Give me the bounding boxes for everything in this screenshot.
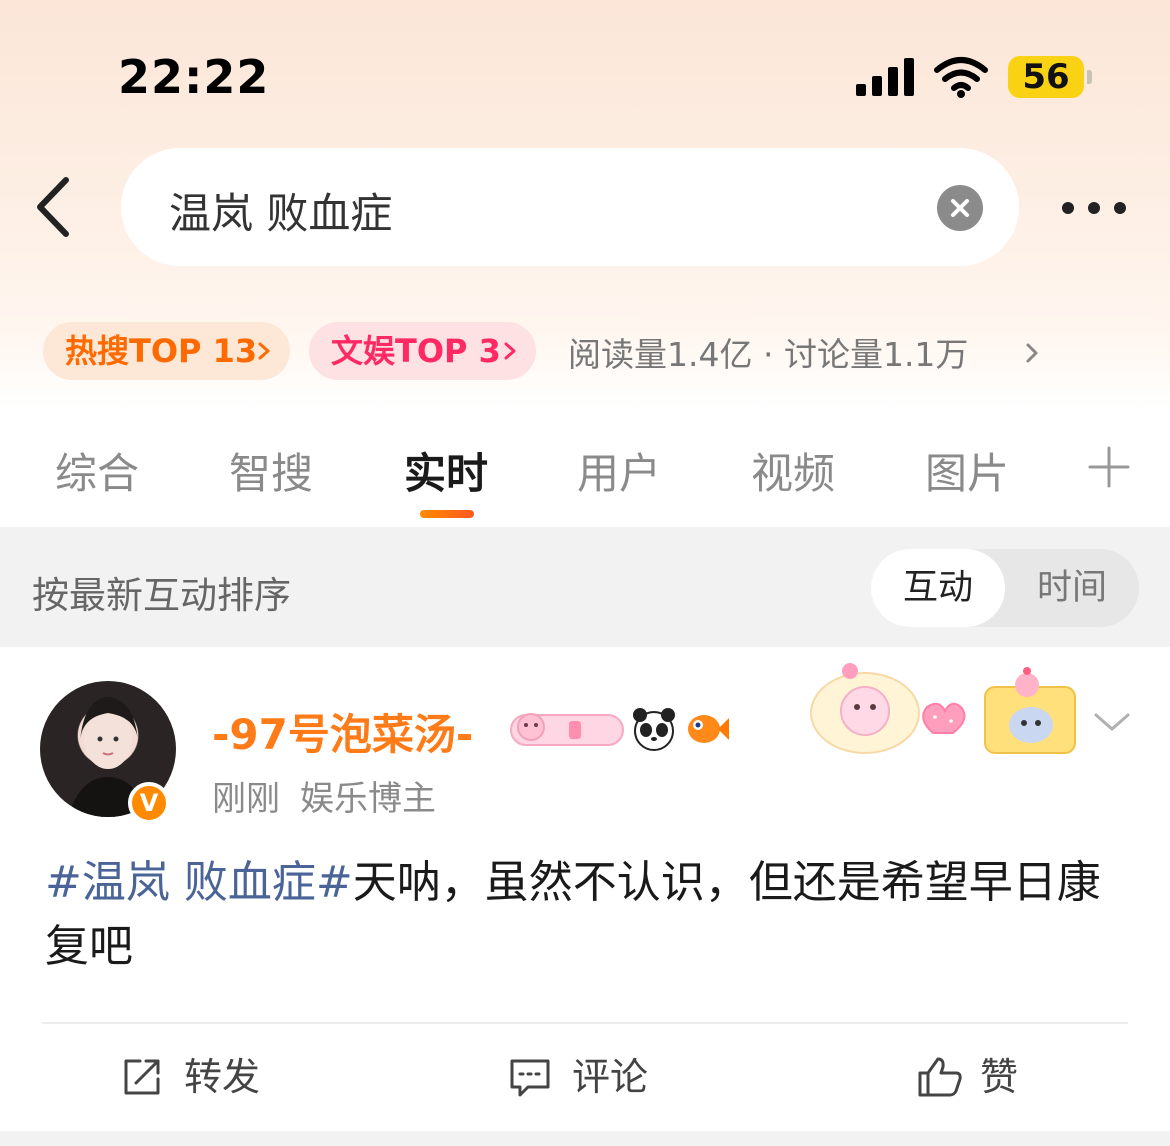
like-button[interactable]: 赞: [916, 1049, 1036, 1105]
divider: [42, 1022, 1128, 1024]
back-button[interactable]: [26, 172, 86, 242]
tab-comprehensive[interactable]: 综合: [55, 440, 139, 501]
close-icon: [951, 199, 969, 217]
sort-bar: 按最新互动排序 互动 时间: [0, 527, 1170, 647]
tab-smart-search[interactable]: 智搜: [229, 440, 313, 501]
battery-icon: 56: [1008, 56, 1092, 98]
post-meta: 刚刚 娱乐博主: [212, 771, 436, 820]
post-content: #温岚 败血症#天呐，虽然不认识，但还是希望早日康复吧: [45, 851, 1125, 979]
chevron-right-icon: [258, 342, 270, 360]
chevron-right-icon: [504, 342, 516, 360]
sort-toggle: 互动 时间: [871, 549, 1139, 627]
post-time: 刚刚: [212, 779, 280, 819]
repost-label: 转发: [184, 1055, 261, 1099]
tab-users[interactable]: 用户: [577, 440, 661, 501]
goldfish-icon: [688, 715, 729, 743]
pink-bear-badge-icon: [510, 713, 624, 746]
tab-images[interactable]: 图片: [925, 440, 1009, 501]
clear-search-button[interactable]: [937, 185, 983, 231]
post-card: V -97号泡菜汤- 刚刚 娱乐博主 #温岚 败血症#天呐，虽然不认识，但还是希…: [0, 647, 1170, 1131]
sort-by-time-button[interactable]: 时间: [1005, 549, 1139, 627]
feed-separator: [0, 1131, 1170, 1146]
comment-icon: [510, 1059, 550, 1097]
share-icon: [124, 1059, 160, 1095]
signal-icon: [856, 58, 916, 96]
search-tabs: 综合 智搜 实时 用户 视频 图片: [0, 410, 1170, 526]
search-input[interactable]: 温岚 败血症: [121, 148, 1019, 266]
chevron-right-icon: [1026, 343, 1038, 363]
plus-icon: [1088, 446, 1130, 488]
more-options-button[interactable]: [1058, 196, 1130, 220]
tab-realtime[interactable]: 实时: [404, 440, 488, 501]
topic-stats[interactable]: 阅读量1.4亿 · 讨论量1.1万: [568, 328, 968, 376]
chevron-down-icon[interactable]: [1092, 707, 1132, 737]
sort-by-interaction-button[interactable]: 互动: [871, 549, 1005, 627]
verified-badge: V: [128, 782, 170, 824]
chevron-left-icon: [37, 177, 69, 237]
wifi-icon: [934, 56, 988, 98]
post-author-role: 娱乐博主: [300, 779, 436, 819]
post-hashtag[interactable]: #温岚 败血症#: [45, 857, 353, 908]
repost-button[interactable]: 转发: [120, 1049, 280, 1105]
active-tab-indicator: [420, 510, 474, 518]
comment-button[interactable]: 评论: [508, 1049, 668, 1105]
panda-icon: [633, 708, 675, 751]
entertainment-rank-chip[interactable]: 文娱TOP 3: [309, 322, 536, 380]
post-username[interactable]: -97号泡菜汤-: [212, 701, 473, 762]
tab-videos[interactable]: 视频: [751, 440, 835, 501]
sort-title: 按最新互动排序: [32, 574, 291, 617]
entertainment-rank-label: 文娱TOP 3: [331, 332, 501, 370]
status-time: 22:22: [118, 50, 270, 104]
battery-level: 56: [1022, 57, 1070, 97]
add-tab-button[interactable]: [1088, 446, 1130, 488]
hot-search-rank-label: 热搜TOP 13: [65, 332, 258, 370]
decorative-stickers-icon: [810, 663, 1076, 754]
search-query: 温岚 败血症: [169, 189, 393, 238]
comment-label: 评论: [572, 1055, 649, 1099]
hot-search-rank-chip[interactable]: 热搜TOP 13: [43, 322, 290, 380]
like-label: 赞: [980, 1055, 1019, 1099]
thumbs-up-icon: [918, 1057, 962, 1097]
